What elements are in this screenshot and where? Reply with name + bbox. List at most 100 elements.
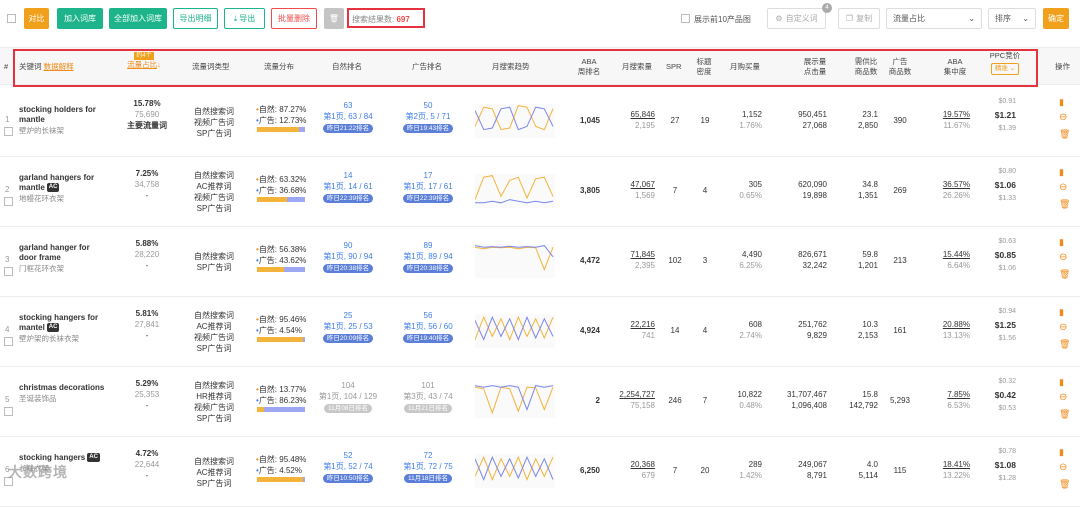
ad-rank-cell[interactable]: 17 第1页, 17 / 61 昨日22:39排名	[393, 170, 463, 203]
ad-rank-cell[interactable]: 89 第1页, 89 / 94 昨日20:38排名	[393, 240, 463, 273]
flow-dist-bar-fill	[257, 267, 284, 272]
monthly-trend-chart[interactable]	[475, 104, 555, 138]
watermark: 大数跨境	[8, 464, 68, 480]
chart-icon[interactable]: ▮	[1059, 167, 1069, 178]
traffic-share-pct: 7.25%	[135, 169, 159, 178]
table-row[interactable]: 3 garland hanger for door frame 门框花环衣架 5…	[0, 227, 1080, 297]
aba-concentration-value[interactable]: 19.57%	[930, 109, 970, 120]
trash-icon[interactable]: 🗑	[1059, 269, 1070, 280]
monthly-trend-chart[interactable]	[475, 174, 555, 208]
ad-rank-cell[interactable]: 72 第1页, 72 / 75 11月18日排名	[393, 450, 463, 483]
row-checkbox[interactable]	[4, 127, 13, 136]
natural-rank-cell[interactable]: 52 第1页, 52 / 74 昨日10:50排名	[313, 450, 383, 483]
table-row[interactable]: 5 christmas decorations 圣诞装饰品 5.29% 25,3…	[0, 367, 1080, 437]
confirm-button[interactable]: 确定	[1043, 8, 1069, 29]
keyword-text[interactable]: garland hangers for mantle AC	[19, 173, 109, 193]
traffic-share-num: 28,220	[134, 250, 160, 259]
add-all-to-library-button[interactable]: 全部加入词库	[109, 8, 167, 29]
trend-bg	[475, 384, 555, 418]
natural-label: 自然:	[258, 105, 278, 114]
keyword-text[interactable]: garland hanger for door frame	[19, 243, 109, 263]
monthly-search-value[interactable]: 65,846	[610, 109, 655, 120]
add-to-library-button[interactable]: 加入词库	[57, 8, 103, 29]
row-checkbox[interactable]	[4, 407, 13, 416]
row-checkbox[interactable]	[4, 267, 13, 276]
show-top10-checkbox[interactable]	[681, 14, 690, 23]
trash-icon[interactable]: 🗑	[1059, 129, 1070, 140]
chart-icon[interactable]: ▮	[1059, 377, 1069, 388]
traffic-share-tag: -	[145, 261, 149, 270]
keyword-text[interactable]: christmas decorations	[19, 383, 109, 393]
select-all-checkbox[interactable]	[7, 14, 16, 23]
traffic-share-pct: 5.29%	[135, 379, 159, 388]
natural-rank-cell[interactable]: 104 第1页, 104 / 129 11月08日排名	[313, 380, 383, 413]
ad-label: 广告:	[258, 326, 278, 335]
natural-rank-cell[interactable]: 90 第1页, 90 / 94 昨日20:38排名	[313, 240, 383, 273]
aba-concentration-value[interactable]: 36.57%	[930, 179, 970, 190]
chart-icon[interactable]: ▮	[1059, 447, 1069, 458]
custom-root-button[interactable]: ⚙ 自定义词	[767, 8, 826, 29]
aba-concentration-value[interactable]: 18.41%	[930, 459, 970, 470]
minus-circle-icon[interactable]: ⊖	[1059, 182, 1069, 193]
keyword-text[interactable]: stocking holders for mantle	[19, 105, 109, 125]
table-row[interactable]: 6 stocking hangers AC 长袜衣架 4.72% 22,644 -…	[0, 437, 1080, 507]
monthly-search-value[interactable]: 47,067	[610, 179, 655, 190]
natural-rank-cell[interactable]: 14 第1页, 14 / 61 昨日22:39排名	[313, 170, 383, 203]
minus-circle-icon[interactable]: ⊖	[1059, 322, 1069, 333]
aba-concentration-value[interactable]: 20.88%	[930, 319, 970, 330]
aba-concentration-cell: 20.88% 13.13%	[930, 319, 970, 341]
title-density-value: 3	[702, 256, 708, 265]
keyword-cell: garland hanger for door frame 门框花环衣架	[19, 243, 109, 274]
trash-button[interactable]: 🗑	[324, 8, 344, 29]
ad-rank-cell[interactable]: 101 第3页, 43 / 74 11月21日排名	[393, 380, 463, 413]
minus-circle-icon[interactable]: ⊖	[1059, 392, 1069, 403]
minus-circle-icon[interactable]: ⊖	[1059, 112, 1069, 123]
export-button[interactable]: ⤓ 导出	[224, 8, 265, 29]
table-row[interactable]: 2 garland hangers for mantle AC 地幔花环衣架 7.…	[0, 157, 1080, 227]
monthly-search-cell: 65,846 2,195	[610, 109, 655, 131]
table-row[interactable]: 1 stocking holders for mantle 壁炉的长袜架 15.…	[0, 87, 1080, 157]
minus-circle-icon[interactable]: ⊖	[1059, 252, 1069, 263]
monthly-search-value[interactable]: 71,845	[610, 249, 655, 260]
ad-rank-cell[interactable]: 56 第1页, 56 / 60 昨日19:40排名	[393, 310, 463, 343]
ad-rank-date: 昨日19:40排名	[402, 334, 454, 343]
natural-rank-cell[interactable]: 25 第1页, 25 / 53 昨日20:09排名	[313, 310, 383, 343]
monthly-trend-chart[interactable]	[475, 384, 555, 418]
copy-button[interactable]: ❐ 复制	[838, 8, 880, 29]
minus-circle-icon[interactable]: ⊖	[1059, 462, 1069, 473]
aba-concentration-value[interactable]: 15.44%	[930, 249, 970, 260]
row-checkbox[interactable]	[4, 197, 13, 206]
ad-rank-cell[interactable]: 50 第2页, 5 / 71 昨日19:43排名	[393, 100, 463, 133]
chart-icon[interactable]: ▮	[1059, 237, 1069, 248]
chart-icon[interactable]: ▮	[1059, 307, 1069, 318]
export-detail-button[interactable]: 导出明细	[173, 8, 218, 29]
trash-icon[interactable]: 🗑	[1059, 409, 1070, 420]
monthly-search-value[interactable]: 22,216	[610, 319, 655, 330]
monthly-buy-value: 289	[748, 460, 762, 469]
batch-delete-button[interactable]: 批量删除	[271, 8, 317, 29]
aba-concentration-value[interactable]: 7.85%	[930, 389, 970, 400]
chart-icon[interactable]: ▮	[1059, 97, 1069, 108]
sort-field-select[interactable]: 流量占比 ⌄	[886, 8, 982, 29]
trash-icon[interactable]: 🗑	[1059, 479, 1070, 490]
sort-order-select[interactable]: 排序 ⌄	[988, 8, 1036, 29]
table-row[interactable]: 4 stocking hangers for mantel AC 壁炉架的长袜衣架…	[0, 297, 1080, 367]
monthly-trend-chart[interactable]	[475, 314, 555, 348]
copy-label: 复制	[856, 14, 873, 23]
compare-button[interactable]: 对比	[24, 8, 49, 29]
trash-icon[interactable]: 🗑	[1059, 199, 1070, 210]
monthly-trend-chart[interactable]	[475, 454, 555, 488]
flow-type-item: SP广告词	[196, 204, 232, 213]
trash-icon[interactable]: 🗑	[1059, 339, 1070, 350]
keyword-text[interactable]: stocking hangers for mantel AC	[19, 313, 109, 333]
monthly-search-value[interactable]: 20,368	[610, 459, 655, 470]
monthly-search-sub: 741	[641, 331, 655, 340]
header-highlight	[13, 49, 1038, 87]
row-checkbox[interactable]	[4, 337, 13, 346]
traffic-share-tag: -	[145, 471, 149, 480]
monthly-trend-chart[interactable]	[475, 244, 555, 278]
click-value: 27,068	[802, 121, 827, 130]
natural-rank-cell[interactable]: 63 第1页, 63 / 84 昨日21:22排名	[313, 100, 383, 133]
monthly-search-value[interactable]: 2,254,727	[610, 389, 655, 400]
ad-rank-value: 72	[423, 451, 433, 460]
